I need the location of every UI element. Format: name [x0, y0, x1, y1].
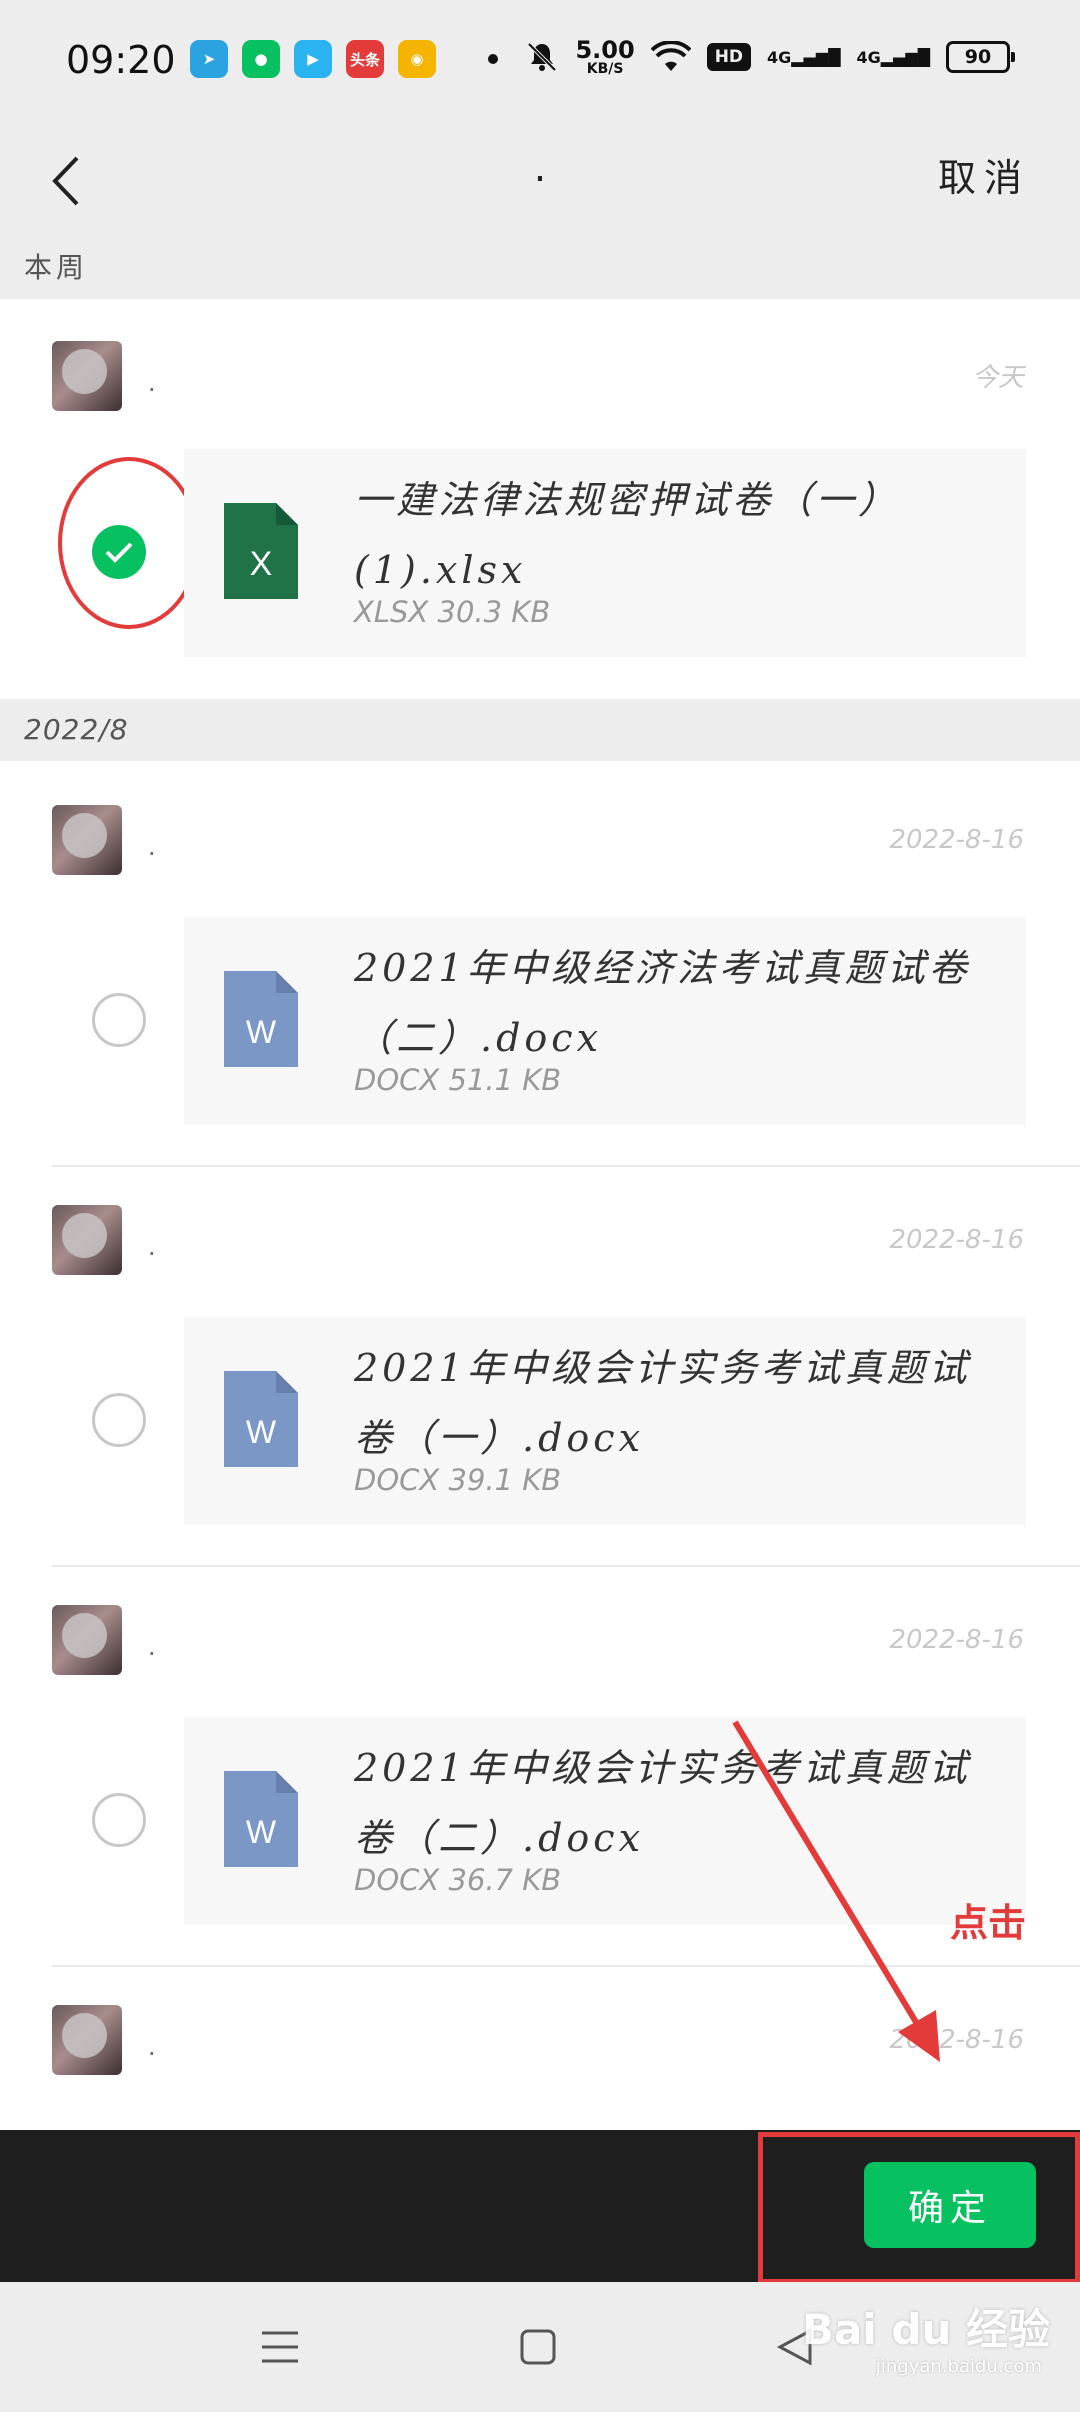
status-indicators: 5.00 KB/S HD 4G▂▄▆█ 4G▂▄▆█ 90 — [525, 36, 1015, 77]
word-file-icon: W — [224, 1371, 298, 1467]
file-meta: DOCX 39.1 KB — [354, 1463, 562, 1497]
avatar[interactable] — [52, 805, 122, 875]
menu-icon — [262, 2331, 298, 2363]
message-item: . 2022-8-16 W 2021年中级会计实务考试真题试卷（一）.docx … — [0, 1161, 1080, 1567]
file-card[interactable]: X 一建法律法规密押试卷（一）(1).xlsx XLSX 30.3 KB — [184, 449, 1026, 657]
signal-4g-1: 4G▂▄▆█ — [767, 47, 841, 67]
notification-icons: ➤ ● ▶ 头条 ◉ — [190, 40, 498, 78]
page-title: . — [533, 145, 547, 191]
file-card[interactable]: W 2021年中级会计实务考试真题试卷（二）.docx DOCX 36.7 KB — [184, 1717, 1026, 1925]
weibo-icon: ◉ — [398, 40, 436, 78]
file-name: 2021年中级经济法考试真题试卷（二）.docx — [354, 946, 971, 1060]
nav-bar: . 取消 — [0, 125, 1080, 237]
watermark-logo: Bai du 经验 — [802, 2305, 1050, 2354]
network-speed: 5.00 KB/S — [575, 36, 635, 77]
avatar[interactable] — [52, 341, 122, 411]
file-name: 一建法律法规密押试卷（一）(1).xlsx — [354, 478, 901, 592]
svg-text:W: W — [246, 1814, 277, 1850]
telegram-icon: ➤ — [190, 40, 228, 78]
message-item: . 2022-8-16 W 2021年中级经济法考试真题试卷（二）.docx D… — [0, 761, 1080, 1167]
file-name: 2021年中级会计实务考试真题试卷（一）.docx — [354, 1346, 971, 1460]
annotation-highlight-box — [758, 2132, 1080, 2284]
select-checkbox[interactable] — [92, 1393, 146, 1447]
annotation-click-label: 点击 — [950, 1901, 1027, 1945]
excel-file-icon: X — [224, 503, 298, 599]
mute-bell-icon — [528, 42, 557, 72]
message-item: . 今天 X 一建法律法规密押试卷（一）(1).xlsx XLSX 30.3 K… — [0, 299, 1080, 699]
signal-4g-2: 4G▂▄▆█ — [856, 47, 930, 67]
message-item: . 2022-8-16 — [0, 1961, 1080, 2130]
file-name: 2021年中级会计实务考试真题试卷（二）.docx — [354, 1746, 971, 1860]
select-checkbox[interactable] — [92, 993, 146, 1047]
checkmark-icon — [105, 542, 133, 563]
svg-text:W: W — [246, 1014, 277, 1050]
watermark-site: jingyan.baidu.com — [875, 2356, 1042, 2377]
message-date: 今天 — [971, 363, 1024, 393]
sender-name: . — [148, 833, 156, 861]
section-header-this-week: 本周 — [0, 237, 1080, 299]
toutiao-icon: 头条 — [346, 40, 384, 78]
section-header-2022-8: 2022/8 — [0, 699, 1080, 761]
home-button[interactable] — [503, 2312, 573, 2382]
file-meta: DOCX 36.7 KB — [354, 1863, 562, 1897]
word-file-icon: W — [224, 971, 298, 1067]
file-card[interactable]: W 2021年中级经济法考试真题试卷（二）.docx DOCX 51.1 KB — [184, 917, 1026, 1125]
svg-text:X: X — [250, 545, 273, 583]
more-notifications-dot — [488, 54, 498, 64]
status-bar: 09:20 ➤ ● ▶ 头条 ◉ 5.00 KB/S HD 4G▂▄▆█ 4G▂▄… — [0, 0, 1080, 125]
status-time: 09:20 — [66, 38, 176, 82]
message-date: 2022-8-16 — [889, 1225, 1024, 1255]
file-meta: DOCX 51.1 KB — [354, 1063, 562, 1097]
file-meta: XLSX 30.3 KB — [354, 595, 551, 629]
sender-name: . — [148, 1633, 156, 1661]
menu-button[interactable] — [245, 2312, 315, 2382]
battery-icon: 90 — [946, 41, 1015, 73]
chevron-left-icon — [52, 156, 79, 206]
sender-name: . — [148, 369, 156, 397]
video-icon: ▶ — [294, 40, 332, 78]
back-button[interactable] — [30, 145, 102, 217]
message-date: 2022-8-16 — [889, 825, 1024, 855]
select-checkbox[interactable] — [92, 525, 146, 579]
system-nav-bar: Bai du 经验 jingyan.baidu.com — [0, 2282, 1080, 2412]
hd-badge: HD — [706, 43, 752, 71]
word-file-icon: W — [224, 1771, 298, 1867]
home-square-icon — [520, 2329, 556, 2365]
file-card[interactable]: W 2021年中级会计实务考试真题试卷（一）.docx DOCX 39.1 KB — [184, 1317, 1026, 1525]
sender-name: . — [148, 2033, 156, 2061]
svg-text:W: W — [246, 1414, 277, 1450]
message-date: 2022-8-16 — [889, 2025, 1024, 2055]
wechat-icon: ● — [242, 40, 280, 78]
sender-name: . — [148, 1233, 156, 1261]
avatar[interactable] — [52, 1205, 122, 1275]
message-date: 2022-8-16 — [889, 1625, 1024, 1655]
wifi-icon — [650, 41, 691, 71]
message-item: . 2022-8-16 W 2021年中级会计实务考试真题试卷（二）.docx … — [0, 1561, 1080, 1967]
cancel-button[interactable]: 取消 — [938, 147, 1030, 202]
avatar[interactable] — [52, 1605, 122, 1675]
avatar[interactable] — [52, 2005, 122, 2075]
select-checkbox[interactable] — [92, 1793, 146, 1847]
